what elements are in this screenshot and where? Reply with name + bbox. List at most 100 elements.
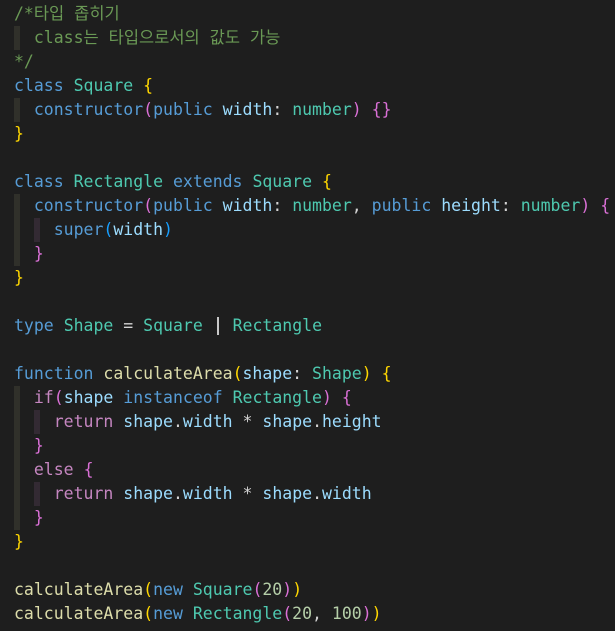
code-line[interactable]: super(width) [0,218,615,242]
code-token: ) [292,580,303,599]
code-token: ) [371,604,382,623]
indent-guide [34,482,40,506]
code-token: new [153,580,183,599]
code-token: class [14,76,64,95]
code-line[interactable]: } [0,266,615,290]
code-line[interactable]: calculateArea(new Rectangle(20, 100)) [0,602,615,626]
code-line[interactable]: if(shape instanceof Rectangle) { [0,386,615,410]
code-line[interactable]: } [0,122,615,146]
code-token: number [292,100,352,119]
code-line[interactable]: type Shape = Square Rectangle [0,314,615,338]
code-token: ( [232,364,243,383]
code-line[interactable] [0,290,615,314]
code-line[interactable]: } [0,530,615,554]
code-line[interactable]: calculateArea(new Square(20)) [0,578,615,602]
code-line[interactable] [0,554,615,578]
code-line[interactable]: /*타입 좁히기 [0,2,615,26]
code-line[interactable] [0,146,615,170]
indent-guide [14,386,20,410]
code-token: constructor [33,100,144,119]
code-token: Square [143,316,203,335]
code-token: return [53,484,114,503]
code-token: shape [63,388,114,407]
code-token: new [153,604,183,623]
code-token: class [14,172,64,191]
code-token: ) [580,196,591,215]
code-token: } [14,268,24,287]
code-line[interactable]: constructor(public width: number) {} [0,98,615,122]
code-line[interactable]: */ [0,50,615,74]
code-token: ( [53,388,64,407]
code-line[interactable]: return shape.width * shape.height [0,410,615,434]
code-token: ) [282,580,293,599]
code-line[interactable]: class Rectangle extends Square { [0,170,615,194]
code-token: calculateArea [14,580,144,599]
code-token: * [242,484,253,503]
code-token: : [272,100,293,119]
indent-guide [14,434,20,458]
indent-guide [34,410,40,434]
code-token: ( [103,220,114,239]
code-token: public [371,196,432,215]
code-token: shape [123,484,173,503]
code-token: . [172,412,183,431]
code-line[interactable]: } [0,506,615,530]
code-token: */ [14,52,34,71]
code-token: { [83,460,94,479]
code-token: 20 [292,604,313,623]
indent-guide [14,194,20,218]
code-line[interactable]: class는 타입으로서의 값도 가능 [0,26,615,50]
code-line[interactable]: } [0,434,615,458]
code-token: public [153,196,213,215]
indent-guide [14,218,20,242]
code-token: public [153,100,213,119]
code-line[interactable]: } [0,242,615,266]
code-line[interactable]: return shape.width * shape.width [0,482,615,506]
code-editor[interactable]: /*타입 좁히기 class는 타입으로서의 값도 가능 */ class Squa… [0,0,615,631]
code-token: /*타입 좁히기 [14,4,120,23]
code-token: height [441,196,501,215]
code-token: { [341,388,352,407]
code-token: , [351,196,372,215]
code-token: shape [242,364,293,383]
code-line[interactable]: class Square { [0,74,615,98]
code-line[interactable]: function calculateArea(shape: Shape) { [0,362,615,386]
code-token: number [520,196,581,215]
code-token: width [182,412,233,431]
code-token: class는 타입으로서의 값도 가능 [33,28,281,47]
code-token: if [33,388,54,407]
code-token: . [312,412,322,431]
code-token: number [292,196,352,215]
code-token: { [600,196,611,215]
code-token: function [14,364,94,383]
code-token: . [312,484,322,503]
code-token: Rectangle [232,388,322,407]
code-token: Shape [63,316,114,335]
code-token: shape [262,484,313,503]
indent-guide [14,26,20,50]
code-token: return [53,412,114,431]
code-line[interactable]: else { [0,458,615,482]
code-line[interactable]: constructor(public width: number, public… [0,194,615,218]
code-token: } [33,436,44,455]
code-token: Rectangle [192,604,283,623]
indent-guide [14,458,20,482]
code-token: ( [143,580,154,599]
code-token: width [222,100,273,119]
code-line[interactable] [0,338,615,362]
